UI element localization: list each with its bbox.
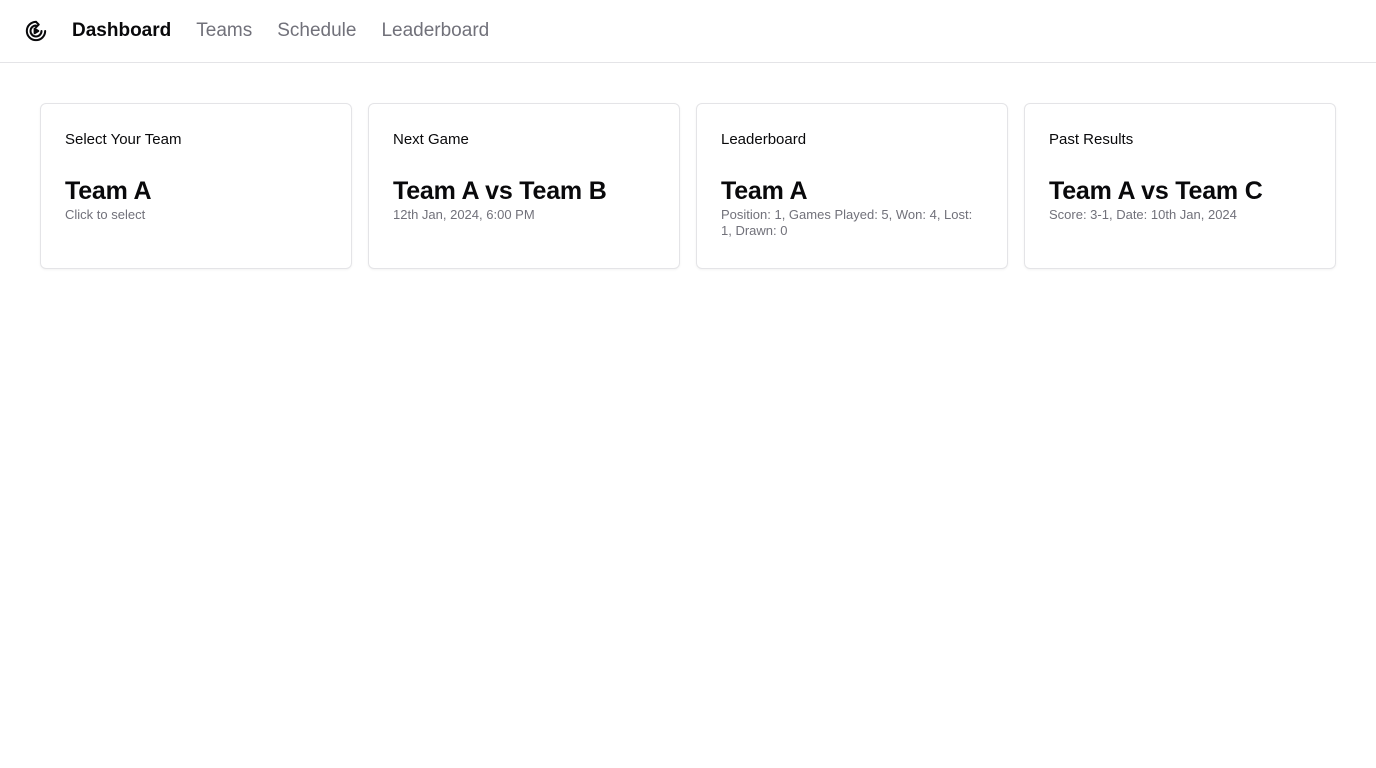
top-navbar: Dashboard Teams Schedule Leaderboard <box>0 0 1376 63</box>
leaderboard-card[interactable]: Leaderboard Team A Position: 1, Games Pl… <box>696 103 1008 269</box>
next-game-card[interactable]: Next Game Team A vs Team B 12th Jan, 202… <box>368 103 680 269</box>
card-value: Team A <box>65 177 152 205</box>
card-value: Team A vs Team B <box>393 177 607 205</box>
nav-schedule[interactable]: Schedule <box>277 20 356 42</box>
refresh-play-icon[interactable] <box>24 19 48 43</box>
card-description: Score: 3-1, Date: 10th Jan, 2024 <box>1049 207 1237 222</box>
select-team-card[interactable]: Select Your Team Team A Click to select <box>40 103 352 269</box>
past-results-card[interactable]: Past Results Team A vs Team C Score: 3-1… <box>1024 103 1336 269</box>
card-value: Team A <box>721 177 808 205</box>
card-description: Position: 1, Games Played: 5, Won: 4, Lo… <box>721 207 973 238</box>
card-description: 12th Jan, 2024, 6:00 PM <box>393 207 535 222</box>
nav-dashboard[interactable]: Dashboard <box>72 20 171 42</box>
card-title: Next Game <box>393 131 469 148</box>
card-title: Select Your Team <box>65 131 182 148</box>
nav-leaderboard[interactable]: Leaderboard <box>381 20 489 42</box>
card-description: Click to select <box>65 207 146 222</box>
dashboard-main: Select Your Team Team A Click to select … <box>0 63 1376 309</box>
nav-teams[interactable]: Teams <box>196 20 252 42</box>
card-value: Team A vs Team C <box>1049 177 1263 205</box>
card-title: Leaderboard <box>721 131 807 148</box>
main-nav: Dashboard Teams Schedule Leaderboard <box>72 20 489 42</box>
card-title: Past Results <box>1049 131 1134 148</box>
